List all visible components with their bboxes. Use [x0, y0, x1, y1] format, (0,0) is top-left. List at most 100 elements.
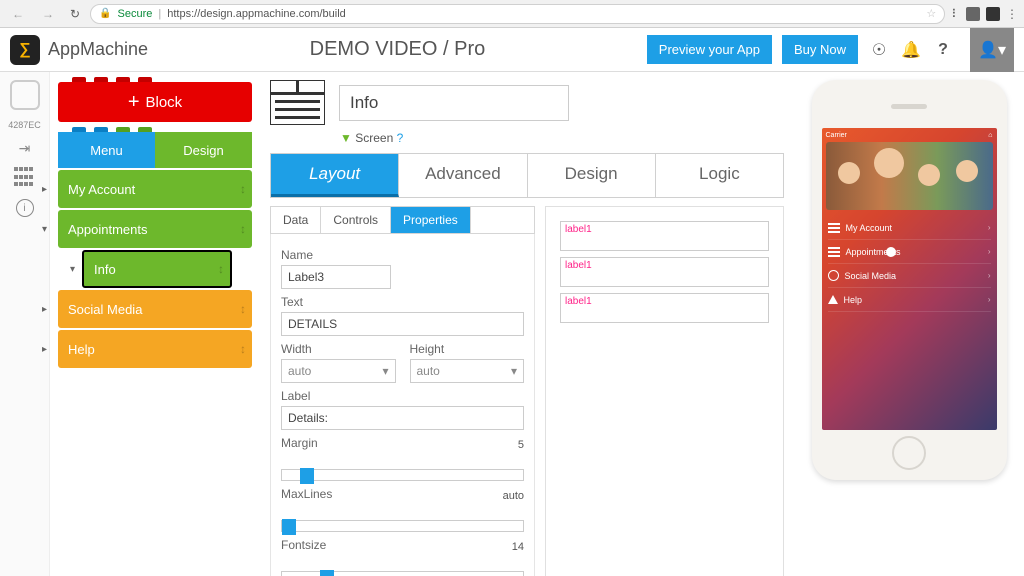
reorder-icon[interactable]: ↕ [240, 222, 246, 236]
chevron-right-icon: › [988, 295, 991, 304]
selection-dot-icon [886, 247, 896, 257]
width-label: Width [281, 342, 396, 356]
nav-fwd-icon: → [36, 7, 60, 21]
add-block-button[interactable]: +Block [58, 82, 252, 122]
left-rail: 4287EC ⇥ i [0, 72, 50, 576]
reorder-icon[interactable]: ↕ [218, 262, 224, 276]
maxlines-label: MaxLines [281, 487, 524, 501]
phone-speaker [891, 104, 927, 109]
reload-icon[interactable]: ↻ [66, 7, 84, 21]
menu-item-account[interactable]: My Account › [828, 216, 991, 240]
url-text: https://design.appmachine.com/build [167, 8, 346, 20]
block-help[interactable]: ▸ Help ↕ [58, 330, 252, 368]
help-q-icon[interactable]: ? [397, 131, 404, 145]
phone-frame: Carrier ⌂ My Account › [812, 80, 1007, 480]
margin-slider[interactable] [281, 469, 524, 481]
name-label: Name [281, 248, 524, 262]
url-bar[interactable]: 🔒 Secure | https://design.appmachine.com… [90, 4, 945, 24]
nav-back-icon[interactable]: ← [6, 7, 30, 21]
subtab-controls[interactable]: Controls [321, 207, 391, 233]
height-spinner[interactable]: auto▾ [410, 359, 525, 383]
phone-screen[interactable]: Carrier ⌂ My Account › [822, 128, 997, 430]
layout-thumb-icon[interactable] [270, 80, 325, 125]
warning-icon [828, 295, 838, 304]
block-my-account[interactable]: ▸ My Account ↕ [58, 170, 252, 208]
rail-grid-icon[interactable] [14, 167, 36, 189]
bell-icon[interactable]: 🔔 [900, 40, 922, 60]
user-menu[interactable]: 👤▾ [970, 28, 1014, 72]
preview-label-box[interactable]: label1 [560, 293, 769, 323]
globe-icon[interactable]: ☉ [868, 40, 890, 60]
reorder-icon[interactable]: ↕ [240, 182, 246, 196]
ext-icon[interactable] [966, 7, 980, 21]
buy-now-button[interactable]: Buy Now [782, 35, 858, 64]
properties-panel: Name Text Width auto▾ Height auto▾ [270, 234, 535, 576]
hero-image [826, 142, 993, 210]
margin-value: 5 [518, 439, 524, 451]
fontsize-value: 14 [512, 541, 524, 553]
spinner-icon: ▾ [382, 364, 388, 378]
preview-label-box[interactable]: label1 [560, 257, 769, 287]
phone-home-button[interactable] [892, 436, 926, 470]
text-input[interactable] [281, 312, 524, 336]
tab-layout[interactable]: Layout [271, 154, 399, 197]
subtab-properties[interactable]: Properties [391, 207, 471, 233]
preview-label-box[interactable]: label1 [560, 221, 769, 251]
ext-icon[interactable]: ⠇ [951, 7, 960, 21]
caret-icon: ▾ [42, 224, 47, 235]
maxlines-slider[interactable] [281, 520, 524, 532]
status-bar: Carrier ⌂ [822, 128, 997, 142]
caret-icon: ▸ [42, 304, 47, 315]
design-tab[interactable]: Design [155, 132, 252, 168]
tab-advanced[interactable]: Advanced [399, 154, 527, 197]
text-label: Text [281, 295, 524, 309]
fontsize-slider[interactable] [281, 571, 524, 576]
sub-tabs: Data Controls Properties [270, 206, 535, 234]
layout-preview: label1 label1 label1 [545, 206, 784, 576]
caret-icon: ▸ [42, 344, 47, 355]
ext-icon[interactable] [986, 7, 1000, 21]
menu-item-help[interactable]: Help › [828, 288, 991, 312]
share-icon [828, 270, 839, 281]
secure-label: Secure [118, 8, 153, 20]
browser-extensions: ⠇ ⋮ [951, 7, 1018, 21]
width-spinner[interactable]: auto▾ [281, 359, 396, 383]
spinner-icon: ▾ [511, 364, 517, 378]
app-header: ∑ AppMachine DEMO VIDEO / Pro Preview yo… [0, 28, 1024, 72]
block-appointments[interactable]: ▾ Appointments ↕ [58, 210, 252, 248]
rail-collapse-icon[interactable]: ⇥ [19, 140, 31, 157]
block-name-input[interactable] [339, 85, 569, 121]
rail-code: 4287EC [8, 120, 41, 130]
screen-selector[interactable]: ▼ Screen ? [340, 131, 784, 145]
subtab-data[interactable]: Data [271, 207, 321, 233]
reorder-icon[interactable]: ↕ [240, 302, 246, 316]
reorder-icon[interactable]: ↕ [240, 342, 246, 356]
help-icon[interactable]: ? [932, 41, 954, 59]
list-icon [828, 247, 840, 257]
preview-app-button[interactable]: Preview your App [647, 35, 772, 64]
lock-icon: 🔒 [99, 8, 111, 19]
menu-item-social[interactable]: Social Media › [828, 264, 991, 288]
tab-logic[interactable]: Logic [656, 154, 783, 197]
rail-app-icon[interactable] [10, 80, 40, 110]
phone-preview: Carrier ⌂ My Account › [794, 72, 1024, 576]
menu-tab[interactable]: Menu [58, 132, 155, 168]
block-social-media[interactable]: ▸ Social Media ↕ [58, 290, 252, 328]
name-input[interactable] [281, 265, 391, 289]
browser-menu-icon[interactable]: ⋮ [1006, 7, 1018, 21]
maxlines-value: auto [503, 490, 524, 502]
block-info[interactable]: ▾ Info ↕ [82, 250, 232, 288]
list-icon [828, 223, 840, 233]
main-tabs: Layout Advanced Design Logic [270, 153, 784, 198]
page-title: DEMO VIDEO / Pro [148, 38, 647, 61]
label-input[interactable] [281, 406, 524, 430]
height-label: Height [410, 342, 525, 356]
rail-info-icon[interactable]: i [16, 199, 34, 217]
phone-menu: My Account › Appointments › Social Media… [822, 210, 997, 318]
tab-design[interactable]: Design [528, 154, 656, 197]
bookmark-star-icon[interactable]: ☆ [926, 7, 936, 20]
brand-name: AppMachine [48, 39, 148, 60]
chevron-right-icon: › [988, 223, 991, 232]
app-logo[interactable]: ∑ [10, 35, 40, 65]
menu-item-appointments[interactable]: Appointments › [828, 240, 991, 264]
